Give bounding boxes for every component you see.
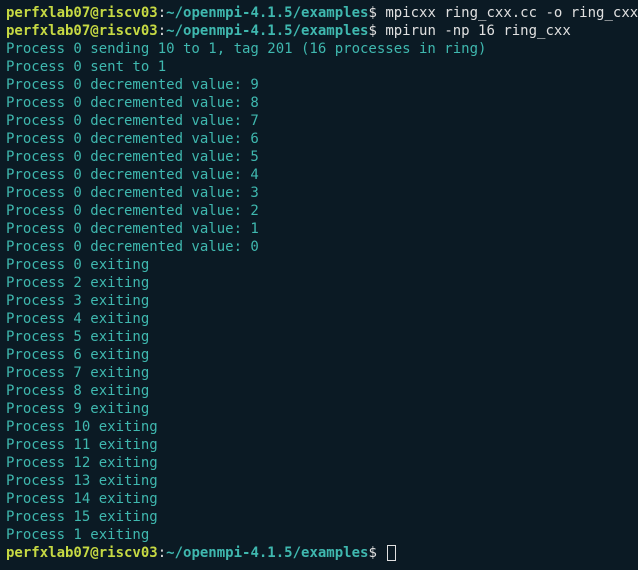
output-line: Process 0 sending 10 to 1, tag 201 (16 p… bbox=[6, 40, 632, 58]
output-line: Process 11 exiting bbox=[6, 436, 632, 454]
output-line: Process 5 exiting bbox=[6, 328, 632, 346]
output-line: Process 3 exiting bbox=[6, 292, 632, 310]
user-host: perfxlab07@riscv03 bbox=[6, 545, 158, 561]
prompt-line: perfxlab07@riscv03:~/openmpi-4.1.5/examp… bbox=[6, 4, 632, 22]
output-line: Process 9 exiting bbox=[6, 400, 632, 418]
command-text: mpicxx ring_cxx.cc -o ring_cxx bbox=[385, 5, 638, 21]
output-line: Process 4 exiting bbox=[6, 310, 632, 328]
output-line: Process 14 exiting bbox=[6, 490, 632, 508]
output-line: Process 0 decremented value: 9 bbox=[6, 76, 632, 94]
output-line: Process 0 decremented value: 7 bbox=[6, 112, 632, 130]
user-host: perfxlab07@riscv03 bbox=[6, 23, 158, 39]
prompt-colon: : bbox=[158, 5, 166, 21]
output-line: Process 0 decremented value: 1 bbox=[6, 220, 632, 238]
output-line: Process 0 decremented value: 8 bbox=[6, 94, 632, 112]
prompt-line: perfxlab07@riscv03:~/openmpi-4.1.5/examp… bbox=[6, 544, 632, 562]
prompt-line: perfxlab07@riscv03:~/openmpi-4.1.5/examp… bbox=[6, 22, 632, 40]
prompt-colon: : bbox=[158, 545, 166, 561]
terminal[interactable]: perfxlab07@riscv03:~/openmpi-4.1.5/examp… bbox=[6, 4, 632, 562]
command-text: mpirun -np 16 ring_cxx bbox=[385, 23, 570, 39]
output-line: Process 12 exiting bbox=[6, 454, 632, 472]
output-line: Process 15 exiting bbox=[6, 508, 632, 526]
output-line: Process 0 sent to 1 bbox=[6, 58, 632, 76]
prompt-symbol: $ bbox=[368, 5, 385, 21]
output-line: Process 2 exiting bbox=[6, 274, 632, 292]
output-line: Process 0 decremented value: 2 bbox=[6, 202, 632, 220]
working-directory: ~/openmpi-4.1.5/examples bbox=[166, 545, 368, 561]
output-line: Process 13 exiting bbox=[6, 472, 632, 490]
user-host: perfxlab07@riscv03 bbox=[6, 5, 158, 21]
output-line: Process 0 decremented value: 6 bbox=[6, 130, 632, 148]
output-line: Process 1 exiting bbox=[6, 526, 632, 544]
prompt-symbol: $ bbox=[368, 545, 385, 561]
output-line: Process 8 exiting bbox=[6, 382, 632, 400]
prompt-colon: : bbox=[158, 23, 166, 39]
prompt-symbol: $ bbox=[368, 23, 385, 39]
working-directory: ~/openmpi-4.1.5/examples bbox=[166, 5, 368, 21]
output-line: Process 0 decremented value: 4 bbox=[6, 166, 632, 184]
output-line: Process 10 exiting bbox=[6, 418, 632, 436]
cursor bbox=[387, 545, 396, 561]
working-directory: ~/openmpi-4.1.5/examples bbox=[166, 23, 368, 39]
output-line: Process 6 exiting bbox=[6, 346, 632, 364]
output-line: Process 0 decremented value: 0 bbox=[6, 238, 632, 256]
output-line: Process 0 exiting bbox=[6, 256, 632, 274]
output-line: Process 7 exiting bbox=[6, 364, 632, 382]
output-line: Process 0 decremented value: 3 bbox=[6, 184, 632, 202]
output-line: Process 0 decremented value: 5 bbox=[6, 148, 632, 166]
